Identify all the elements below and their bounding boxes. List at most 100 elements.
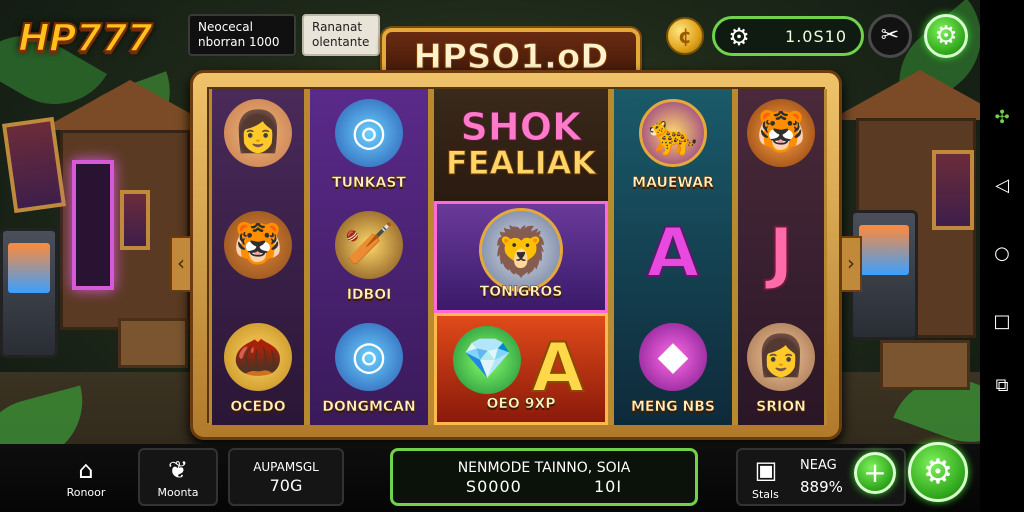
feature-title-line1: SHOK [460,105,582,149]
gear-icon: ⚙ [922,452,954,492]
prev-arrow-button[interactable]: ‹ [170,236,192,292]
next-arrow-button[interactable]: › [840,236,862,292]
rotate-icon[interactable]: ⧉ [992,376,1012,396]
menu-label: Moonta [157,486,199,499]
chevron-left-icon: ‹ [177,251,185,275]
crate [118,318,188,368]
bet-lines: 10I [593,477,623,496]
reel-cell[interactable]: 🌰 OCEDO [212,313,304,425]
coin-icon[interactable]: ¢ [666,17,704,55]
info-panel-left: Neocecal nborran 1000 [188,14,296,56]
autoplay-panel[interactable]: AUPAMSGL 70G [228,448,344,506]
home-circle-icon[interactable]: ○ [992,244,1012,264]
add-bet-button[interactable]: + [854,452,896,494]
gold-pinecone-icon: 🌰 [224,323,292,391]
balance-value: 1.0S10 [785,27,847,46]
reel-cell[interactable]: A [614,201,732,313]
reel-cell[interactable]: 🐯 [212,201,304,313]
box-icon: ▣ [754,456,778,484]
chevron-right-icon: › [847,251,855,275]
menu-button[interactable]: ❦ Moonta [138,448,218,506]
info-right-line1: Rananat [312,20,363,34]
poster [932,150,974,230]
home-button[interactable]: ⌂ Ronoor [50,448,122,506]
reel-cell[interactable]: 🐯 [738,89,824,201]
tool-icon[interactable]: ✣ [992,108,1012,128]
bet-amount: S0000 [465,477,522,496]
reel-cell[interactable]: 💎 A OEO 9XP [434,313,608,425]
symbol-label: OCEDO [230,399,286,416]
settings-button[interactable]: ⚙ [924,14,968,58]
hut-roof [830,70,980,120]
slot-machine-frame: 👩 🐯 🌰 OCEDO ◎ TUNKAST 🏏 IDBOI ◎ DONGMCAN… [190,70,842,440]
tools-icon: ✂ [880,23,900,48]
feature-title-line2: FEALIAK [445,144,597,182]
autoplay-label: AUPAMSGL [253,460,319,474]
system-nav-bar: ✣ ◁ ○ □ ⧉ [980,0,1024,512]
stats-title: NEAG [800,458,837,473]
symbol-label: MENG NBS [630,399,716,416]
gem-fire-icon: 💎 [453,326,522,394]
reel-cell[interactable]: 🐆 MAUEWAR [614,89,732,201]
symbol-label: TUNKAST [332,175,406,192]
poster [120,190,150,250]
purple-gem-icon: ◆ [639,323,707,391]
reel-5: 🐯 J 👩 SRION [735,89,827,425]
reel-3: SHOK FEALIAK 🦁 TONIGROS 💎 A OEO 9XP [431,89,611,425]
plus-icon: + [863,456,887,489]
letter-symbol: J [767,214,794,293]
back-icon[interactable]: ◁ [992,176,1012,196]
gear-icon: ⚙ [934,21,958,51]
lion-emblem-icon: 🦁 [479,208,563,292]
letter-symbol: A [646,214,701,293]
reel-cell[interactable]: 🏏 IDBOI [310,201,428,313]
blue-ring-icon: ◎ [335,323,403,391]
bet-title: NENMODE TAINNO, SOIA [457,460,631,476]
symbol-label: IDBOI [346,287,392,304]
recents-icon[interactable]: □ [992,312,1012,332]
symbol-label: MAUEWAR [632,175,714,192]
symbol-label: OEO 9XP [486,396,556,413]
reel-cell[interactable]: 🦁 TONIGROS [434,201,608,313]
reel-cell[interactable]: J [738,201,824,313]
arcade-machine [0,228,58,358]
bet-panel[interactable]: NENMODE TAINNO, SOIA S0000 10I [390,448,698,506]
info-panel-right: Rananat olentante [302,14,380,56]
symbol-label: DONGMCAN [322,399,416,416]
symbol-label: SRION [756,399,806,416]
stats-value: 889% [800,478,843,496]
tiger-head-icon: 🐯 [747,99,815,167]
home-label: Ronoor [66,486,106,499]
panther-emblem-icon: 🐆 [639,99,707,167]
brand-logo: HP777 [17,15,154,61]
autoplay-value: 70G [269,476,303,495]
woman-portrait-icon: 👩 [224,99,292,167]
letter-symbol: A [531,329,586,408]
poster [1,116,67,214]
balance-display[interactable]: ⚙ 1.0S10 [712,16,864,56]
spin-settings-button[interactable]: ⚙ [908,442,968,502]
info-right-line2: olentante [312,35,370,49]
reel-1: 👩 🐯 🌰 OCEDO [209,89,307,425]
blue-ring-icon: ◎ [335,99,403,167]
neon-sign [72,160,114,290]
tiger-head-icon: 🐯 [224,211,292,279]
reel-cell[interactable]: ◎ TUNKAST [310,89,428,201]
symbol-label: TONIGROS [479,284,563,301]
feature-banner: SHOK FEALIAK [434,89,608,201]
reel-cell[interactable]: ◆ MENG NBS [614,313,732,425]
treasure-bat-icon: 🏏 [335,211,403,279]
crate [880,340,970,390]
bet-values: S0000 10I [393,477,695,497]
tools-button[interactable]: ✂ [868,14,912,58]
home-icon: ⌂ [78,456,94,484]
reel-cell[interactable]: ◎ DONGMCAN [310,313,428,425]
reel-2: ◎ TUNKAST 🏏 IDBOI ◎ DONGMCAN [307,89,431,425]
reel-cell[interactable]: 👩 [212,89,304,201]
reel-cell[interactable]: 👩 SRION [738,313,824,425]
woman-portrait-icon: 👩 [747,323,815,391]
stats-label: Stals [752,488,779,501]
reels-area: 👩 🐯 🌰 OCEDO ◎ TUNKAST 🏏 IDBOI ◎ DONGMCAN… [207,87,827,425]
info-left-line2: nborran 1000 [198,35,280,49]
reel-4: 🐆 MAUEWAR A ◆ MENG NBS [611,89,735,425]
